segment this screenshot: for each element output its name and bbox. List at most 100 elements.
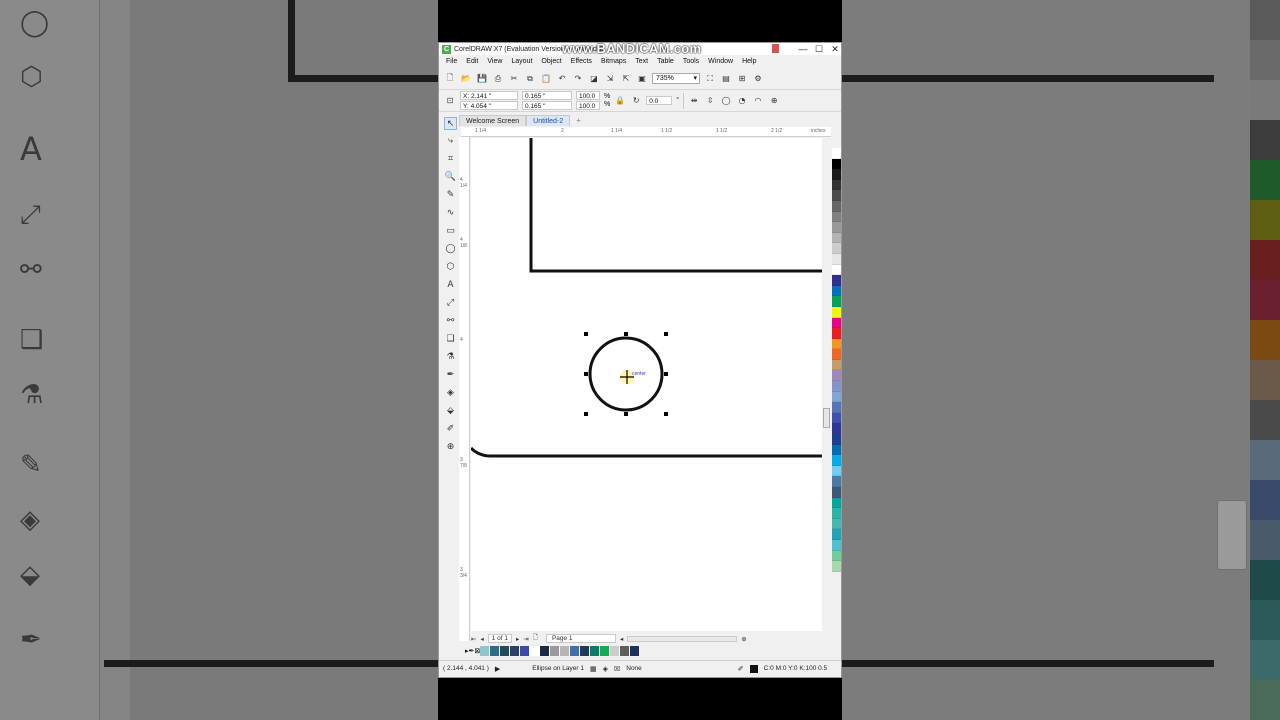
palette-swatch[interactable] <box>832 402 841 413</box>
ellipse-mode-icon[interactable]: ◯ <box>720 95 732 107</box>
palette-swatch[interactable] <box>832 232 841 244</box>
paste-icon[interactable]: 📋 <box>540 73 552 85</box>
scale-width-field[interactable]: 100.0 <box>576 91 600 100</box>
palette-swatch[interactable] <box>832 465 841 477</box>
menu-text[interactable]: Text <box>635 58 648 65</box>
smart-fill-icon[interactable]: ⬙ <box>444 405 457 418</box>
rectangle-tool-icon[interactable]: ▭ <box>444 225 457 238</box>
menu-bitmaps[interactable]: Bitmaps <box>601 58 626 65</box>
document-palette-swatch[interactable] <box>530 645 541 656</box>
drop-shadow-tool-icon[interactable]: ❑ <box>444 333 457 346</box>
scroll-thumb[interactable] <box>823 408 830 428</box>
crop-tool-icon[interactable]: ⌗ <box>444 153 457 166</box>
palette-swatch[interactable] <box>832 539 841 551</box>
palette-swatch[interactable] <box>832 476 841 487</box>
new-document-icon[interactable]: 🗋 <box>444 73 456 85</box>
palette-swatch[interactable] <box>832 455 841 466</box>
hscroll-left-icon[interactable]: ◂ <box>620 635 623 643</box>
palette-swatch[interactable] <box>832 169 841 180</box>
palette-swatch[interactable] <box>832 211 841 223</box>
snap-to-icon[interactable]: ⊞ <box>736 73 748 85</box>
document-palette-swatch[interactable] <box>550 645 561 656</box>
palette-swatch[interactable] <box>832 381 841 392</box>
palette-swatch[interactable] <box>832 518 841 530</box>
document-palette-swatch[interactable] <box>630 645 641 656</box>
rectangle-shape[interactable] <box>529 138 822 273</box>
zoom-tool-icon[interactable]: 🔍 <box>444 171 457 184</box>
connector-tool-icon[interactable]: ⚯ <box>444 315 457 328</box>
mirror-vertical-icon[interactable]: ⇳ <box>704 95 716 107</box>
document-palette-swatch[interactable] <box>560 645 571 656</box>
palette-swatch[interactable] <box>832 349 841 360</box>
document-palette-swatch[interactable] <box>590 645 601 656</box>
handle-right[interactable] <box>664 372 668 376</box>
vertical-scrollbar[interactable] <box>822 138 831 631</box>
outline-pen-icon[interactable]: ✐ <box>444 423 457 436</box>
fill-bucket-icon[interactable]: ◈ <box>603 665 608 673</box>
palette-swatch[interactable] <box>832 317 841 329</box>
tab-untitled-2[interactable]: Untitled-2 <box>526 115 571 126</box>
add-tab-icon[interactable]: + <box>570 115 587 126</box>
palette-swatch[interactable] <box>832 561 841 572</box>
handle-bottom-left[interactable] <box>584 412 588 416</box>
palette-swatch[interactable] <box>832 412 841 424</box>
import-icon[interactable]: ⇲ <box>604 73 616 85</box>
handle-bottom[interactable] <box>624 412 628 416</box>
palette-swatch[interactable] <box>832 275 841 286</box>
zoom-navigator-icon[interactable]: ⊕ <box>741 635 746 643</box>
page-next-icon[interactable]: ▸ <box>516 635 519 643</box>
width-field[interactable]: 0.165 " <box>522 91 572 100</box>
palette-swatch[interactable] <box>832 359 841 371</box>
handle-left[interactable] <box>584 372 588 376</box>
dimension-tool-icon[interactable]: ⤢ <box>444 297 457 310</box>
palette-swatch[interactable] <box>832 444 841 456</box>
artistic-media-icon[interactable]: ∿ <box>444 207 457 220</box>
add-preset-icon[interactable]: ⊕ <box>768 95 780 107</box>
menu-effects[interactable]: Effects <box>571 58 592 65</box>
palette-swatch[interactable] <box>832 434 841 445</box>
palette-swatch[interactable] <box>832 497 841 509</box>
menu-help[interactable]: Help <box>742 58 756 65</box>
polygon-tool-icon[interactable]: ⬡ <box>444 261 457 274</box>
palette-swatch[interactable] <box>832 338 841 350</box>
height-field[interactable]: 0.165 " <box>522 101 572 110</box>
freehand-tool-icon[interactable]: ✎ <box>444 189 457 202</box>
open-icon[interactable]: 📂 <box>460 73 472 85</box>
palette-swatch[interactable] <box>832 423 841 435</box>
scale-height-field[interactable]: 100.0 <box>576 101 600 110</box>
pick-tool-icon[interactable]: ↖ <box>444 117 457 130</box>
show-rulers-icon[interactable]: ▤ <box>720 73 732 85</box>
undo-icon[interactable]: ↶ <box>556 73 568 85</box>
menu-view[interactable]: View <box>487 58 502 65</box>
rounded-line-shape[interactable] <box>471 446 822 458</box>
rotation-field[interactable]: 0.0 <box>646 96 673 105</box>
document-palette-swatch[interactable] <box>510 645 521 656</box>
palette-swatch[interactable] <box>832 487 841 498</box>
handle-top[interactable] <box>624 332 628 336</box>
palette-swatch[interactable] <box>832 306 841 318</box>
arc-mode-icon[interactable]: ◠ <box>752 95 764 107</box>
palette-swatch[interactable] <box>832 253 841 265</box>
palette-swatch[interactable] <box>832 243 841 254</box>
status-play-icon[interactable]: ▶ <box>495 665 500 673</box>
palette-swatch[interactable] <box>832 190 841 201</box>
palette-swatch[interactable] <box>832 285 841 297</box>
eyedropper-tool-icon[interactable]: ✒ <box>444 369 457 382</box>
shape-tool-icon[interactable]: ⤷ <box>444 135 457 148</box>
publish-pdf-icon[interactable]: ▣ <box>636 73 648 85</box>
palette-swatch[interactable] <box>832 328 841 339</box>
copy-icon[interactable]: ⧉ <box>524 73 536 85</box>
palette-swatch[interactable] <box>832 222 841 233</box>
document-palette-swatch[interactable] <box>570 645 581 656</box>
palette-swatch[interactable] <box>832 391 841 403</box>
options-icon[interactable]: ⚙ <box>752 73 764 85</box>
palette-swatch[interactable] <box>832 179 841 191</box>
zoom-level-select[interactable]: 735% <box>652 73 700 84</box>
document-palette-swatch[interactable] <box>480 645 491 656</box>
document-palette-swatch[interactable] <box>500 645 511 656</box>
palette-swatch[interactable] <box>832 148 841 159</box>
horizontal-scrollbar[interactable] <box>627 635 738 642</box>
palette-swatch[interactable] <box>832 529 841 540</box>
save-icon[interactable]: 💾 <box>476 73 488 85</box>
maximize-button[interactable]: ☐ <box>811 43 827 55</box>
